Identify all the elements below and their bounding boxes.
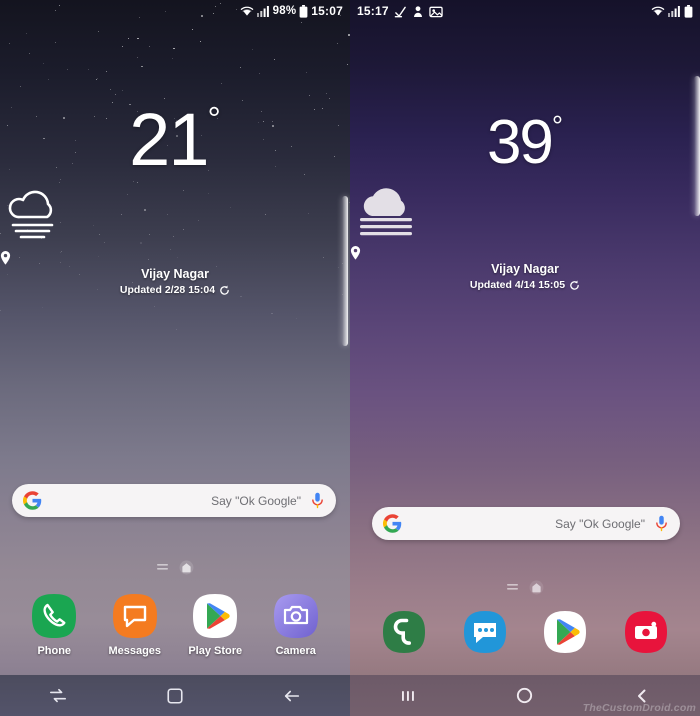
status-time-label: 15:07 — [311, 4, 343, 18]
home-square-icon[interactable] — [147, 687, 203, 705]
home-page-icon[interactable] — [529, 580, 544, 595]
app-phone[interactable] — [371, 608, 437, 656]
location-pin-icon — [0, 251, 350, 265]
wifi-icon — [651, 5, 665, 17]
messages-icon — [111, 592, 159, 640]
temperature-left: 21° — [129, 98, 221, 181]
back-arrow-icon[interactable] — [264, 687, 320, 705]
app-camera[interactable] — [613, 608, 679, 656]
weather-location-left: Vijay Nagar — [141, 267, 209, 281]
google-g-icon — [23, 491, 42, 510]
recents-bars-icon[interactable] — [380, 687, 436, 705]
app-label: Messages — [108, 645, 162, 657]
weather-widget-left[interactable]: 21° Vijay Nagar Updated 2/28 15:04 — [0, 103, 350, 296]
screenshot-icon — [429, 5, 443, 18]
refresh-icon[interactable] — [219, 285, 230, 296]
screenshot-stage: 98% 15:07 21° Vijay Nagar Updated 2/28 1… — [0, 0, 700, 716]
microphone-icon[interactable] — [311, 492, 324, 509]
dock-left: Phone Messages Play Store Camera — [0, 592, 350, 657]
app-messages[interactable]: Messages — [102, 592, 168, 657]
edge-panel-handle[interactable] — [694, 76, 700, 216]
foggy-cloud-outline-icon — [0, 187, 350, 245]
signal-icon — [256, 5, 270, 17]
app-phone[interactable]: Phone — [21, 592, 87, 657]
page-indicator-right — [350, 580, 700, 595]
updated-text: Updated 4/14 15:05 — [469, 279, 566, 291]
status-bar-left: 98% 15:07 — [0, 0, 350, 22]
app-play-store[interactable] — [532, 608, 598, 656]
temperature-right: 39° — [486, 108, 564, 177]
status-bar-right: 15:17 — [350, 0, 700, 22]
app-label: Phone — [37, 645, 72, 657]
battery-icon — [684, 4, 693, 18]
location-pin-icon — [350, 246, 700, 260]
download-complete-icon — [394, 5, 407, 18]
microphone-icon[interactable] — [655, 515, 668, 532]
search-hint-right[interactable]: Say "Ok Google" — [402, 517, 655, 531]
app-play-store[interactable]: Play Store — [182, 592, 248, 657]
battery-icon — [299, 4, 308, 18]
home-page-icon[interactable] — [179, 560, 194, 575]
phone-icon — [30, 592, 78, 640]
google-g-icon — [383, 514, 402, 533]
status-time-label: 15:17 — [357, 4, 389, 18]
google-search-bar-right[interactable]: Say "Ok Google" — [372, 507, 680, 540]
apps-dash-icon[interactable] — [157, 563, 168, 571]
battery-percent-label: 98% — [272, 5, 297, 17]
page-indicator-left — [0, 560, 350, 575]
signal-icon — [668, 5, 681, 17]
camera-icon — [272, 592, 320, 640]
navigation-bar-left — [0, 675, 350, 716]
weather-widget-right[interactable]: 39° Vijay Nagar Updated 4/14 15:05 — [350, 112, 700, 291]
app-camera[interactable]: Camera — [263, 592, 329, 657]
app-label: Play Store — [188, 645, 243, 657]
app-messages[interactable] — [452, 608, 518, 656]
phone-icon — [380, 608, 428, 656]
dock-right — [350, 608, 700, 656]
foggy-cloud-filled-icon — [350, 184, 700, 240]
search-hint-left[interactable]: Say "Ok Google" — [42, 494, 311, 508]
left-phone-screen: 98% 15:07 21° Vijay Nagar Updated 2/28 1… — [0, 0, 350, 716]
refresh-icon[interactable] — [569, 280, 580, 291]
right-phone-screen: 15:17 39° Vijay Nagar Updated 4/14 15:05… — [350, 0, 700, 716]
do-not-disturb-icon — [412, 5, 424, 18]
home-circle-icon[interactable] — [497, 686, 553, 705]
wifi-icon — [240, 5, 254, 17]
updated-text: Updated 2/28 15:04 — [119, 284, 216, 296]
messages-icon — [461, 608, 509, 656]
recents-stack-icon[interactable] — [30, 687, 86, 705]
weather-location-right: Vijay Nagar — [491, 262, 559, 276]
camera-icon — [622, 608, 670, 656]
apps-dash-icon[interactable] — [507, 583, 518, 591]
play-store-icon — [541, 608, 589, 656]
weather-updated-right: Updated 4/14 15:05 — [350, 279, 700, 291]
weather-updated-left: Updated 2/28 15:04 — [0, 284, 350, 296]
edge-panel-handle[interactable] — [342, 196, 348, 346]
google-search-bar-left[interactable]: Say "Ok Google" — [12, 484, 336, 517]
app-label: Camera — [275, 645, 316, 657]
play-store-icon — [191, 592, 239, 640]
watermark: TheCustomDroid.com — [582, 702, 696, 714]
